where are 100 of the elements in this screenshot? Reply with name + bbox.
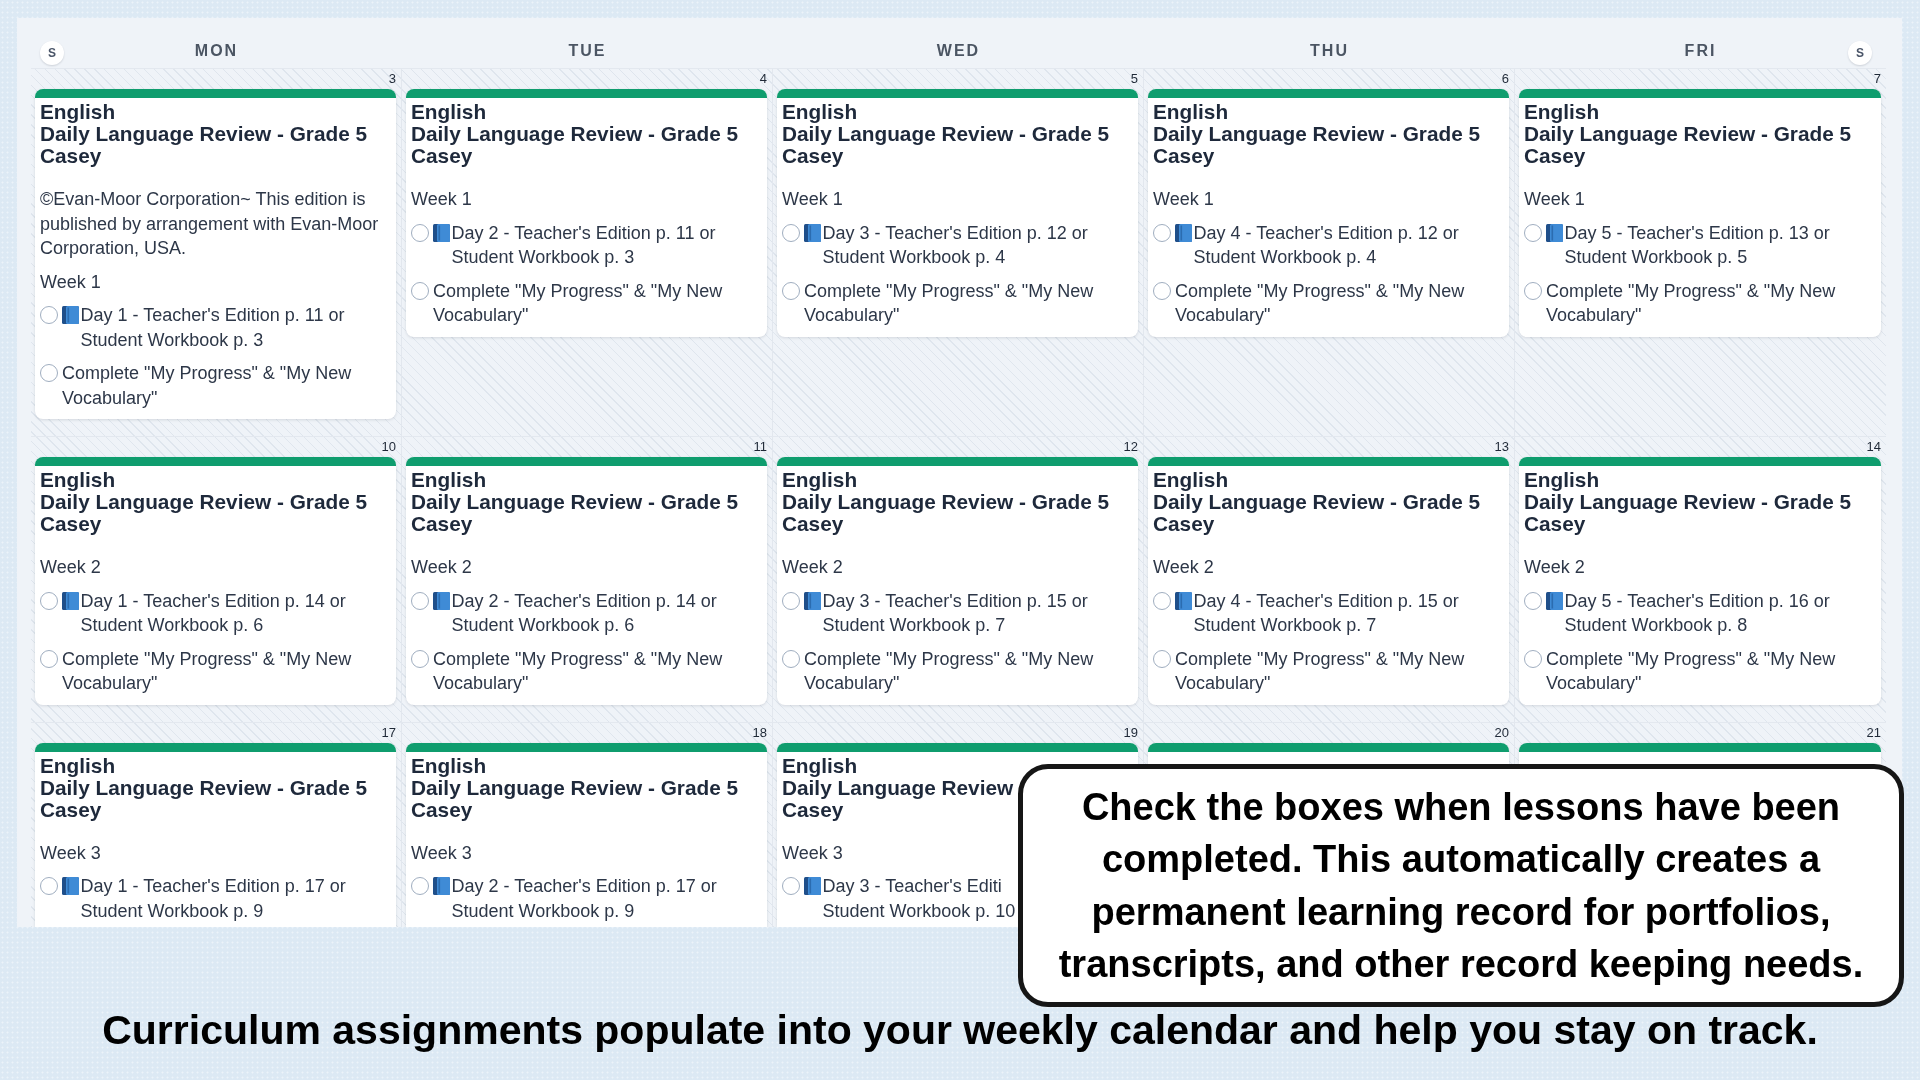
date-number: 18 <box>752 723 767 742</box>
student-name: Casey <box>411 798 473 821</box>
course-title: Daily Language Review - Grade 5 <box>40 491 368 513</box>
book-icon <box>62 877 79 895</box>
task-text: Day 2 - Teacher's Edition p. 14 or Student Workbook p. 6 <box>451 589 718 637</box>
toggle-button[interactable]: S <box>1848 41 1872 65</box>
task-checkbox[interactable] <box>411 591 429 610</box>
student-name: Casey <box>782 513 844 535</box>
course-title: Daily Language Review <box>782 776 1014 799</box>
course-title: Daily Language Review - Grade 5 <box>1524 491 1852 513</box>
student-name: Casey <box>782 145 844 167</box>
task-checkbox[interactable] <box>1524 649 1542 668</box>
caption-text: Curriculum assignments populate into your weekly calendar and help you stay on track. <box>102 1006 1818 1054</box>
day-header: THU <box>1310 41 1349 61</box>
student-name: Casey <box>1524 513 1586 535</box>
toggle-button[interactable]: S <box>40 41 64 65</box>
day-header: TUE <box>568 41 607 61</box>
task-checkbox[interactable] <box>411 223 429 242</box>
student-name: Casey <box>1153 145 1215 167</box>
task-text: Complete "My Progress" & "My New Vocabulary" <box>433 279 724 327</box>
task-checkbox[interactable] <box>1524 591 1542 610</box>
task-checkbox[interactable] <box>1524 223 1542 242</box>
book-icon <box>433 223 450 242</box>
student-name: Casey <box>782 798 844 821</box>
task-text: Complete "My Progress" & "My New Vocabulary" <box>62 647 353 695</box>
book-icon <box>1546 223 1563 242</box>
book-icon <box>804 591 821 610</box>
task-text: Day 3 - Teacher's Edition p. 12 or Student Workbook p. 4 <box>822 221 1089 269</box>
task-text: Day 1 - Teacher's Edition p. 17 or Student Workbook p. 9 <box>80 875 347 923</box>
week-label: Week 2 <box>40 556 101 579</box>
course-title: Daily Language Review - Grade 5 <box>40 123 368 145</box>
subject-label: English <box>782 101 858 123</box>
task-text: Day 2 - Teacher's Edition p. 11 or Student Workbook p. 3 <box>451 221 717 269</box>
task-checkbox[interactable] <box>782 223 800 242</box>
course-title: Daily Language Review - Grade 5 <box>1153 491 1481 513</box>
task-checkbox[interactable] <box>40 306 58 324</box>
week-label: Week 3 <box>782 841 843 865</box>
task-checkbox[interactable] <box>411 649 429 668</box>
task-text: Day 4 - Teacher's Edition p. 15 or Student Workbook p. 7 <box>1193 589 1460 637</box>
task-text: Complete "My Progress" & "My New Vocabulary" <box>1175 647 1466 695</box>
task-checkbox[interactable] <box>1153 649 1171 668</box>
task-checkbox[interactable] <box>1153 281 1171 300</box>
subject-label: English <box>411 754 487 777</box>
task-checkbox[interactable] <box>411 877 429 895</box>
book-icon <box>433 877 450 895</box>
task-text: Complete "My Progress" & "My New Vocabulary" <box>804 279 1095 327</box>
student-name: Casey <box>40 513 102 535</box>
task-checkbox[interactable] <box>782 877 800 895</box>
subject-label: English <box>1153 469 1229 491</box>
student-name: Casey <box>40 145 102 167</box>
week-label: Week 1 <box>411 188 472 211</box>
day-header: MON <box>194 41 239 61</box>
course-title: Daily Language Review - Grade 5 <box>411 491 739 513</box>
task-checkbox[interactable] <box>40 649 58 668</box>
date-number: 13 <box>1494 438 1509 456</box>
date-number: 17 <box>381 723 396 742</box>
book-icon <box>804 223 821 242</box>
task-checkbox[interactable] <box>1153 591 1171 610</box>
date-number: 20 <box>1494 723 1509 742</box>
date-number: 6 <box>1501 70 1509 88</box>
subject-label: English <box>411 469 487 491</box>
course-title: Daily Language Review - Grade 5 <box>1153 123 1481 145</box>
subject-label: English <box>782 754 858 777</box>
subject-label: English <box>1153 101 1229 123</box>
task-text: Day 2 - Teacher's Edition p. 17 or Student Workbook p. 9 <box>451 875 718 923</box>
date-number: 11 <box>753 438 767 456</box>
course-title: Daily Language Review - Grade 5 <box>782 123 1110 145</box>
subject-label: English <box>782 469 858 491</box>
course-title: Daily Language Review - Grade 5 <box>782 491 1110 513</box>
book-icon <box>804 877 821 895</box>
book-icon <box>1175 591 1192 610</box>
task-text: Day 5 - Teacher's Edition p. 13 or Student Workbook p. 5 <box>1564 221 1831 269</box>
student-name: Casey <box>411 513 473 535</box>
week-label: Week 3 <box>411 841 472 865</box>
task-text: Complete "My Progress" & "My New Vocabulary" <box>433 647 724 695</box>
copyright-note: ©Evan-Moor Corporation~ This edition is published by arrangement with Evan-Moor Corporation, USA. <box>40 188 380 260</box>
task-checkbox[interactable] <box>782 649 800 668</box>
course-title: Daily Language Review - Grade 5 <box>1524 123 1852 145</box>
task-checkbox[interactable] <box>40 364 58 382</box>
subject-label: English <box>40 101 116 123</box>
task-checkbox[interactable] <box>40 877 58 895</box>
task-checkbox[interactable] <box>782 281 800 300</box>
week-label: Week 1 <box>782 188 843 211</box>
week-label: Week 2 <box>411 556 472 579</box>
book-icon <box>62 591 79 610</box>
date-number: 3 <box>388 70 396 88</box>
task-checkbox[interactable] <box>1153 223 1171 242</box>
task-checkbox[interactable] <box>411 281 429 300</box>
course-title: Daily Language Review - Grade 5 <box>411 123 739 145</box>
book-icon <box>1546 591 1563 610</box>
task-checkbox[interactable] <box>782 591 800 610</box>
task-checkbox[interactable] <box>1524 281 1542 300</box>
date-number: 5 <box>1130 70 1138 88</box>
day-header: WED <box>936 41 981 61</box>
student-name: Casey <box>1153 513 1215 535</box>
task-text: Complete "My Progress" & "My New Vocabulary" <box>62 362 353 410</box>
subject-label: English <box>40 469 116 491</box>
book-icon <box>433 591 450 610</box>
task-checkbox[interactable] <box>40 591 58 610</box>
task-text: Day 5 - Teacher's Edition p. 16 or Student Workbook p. 8 <box>1564 589 1831 637</box>
